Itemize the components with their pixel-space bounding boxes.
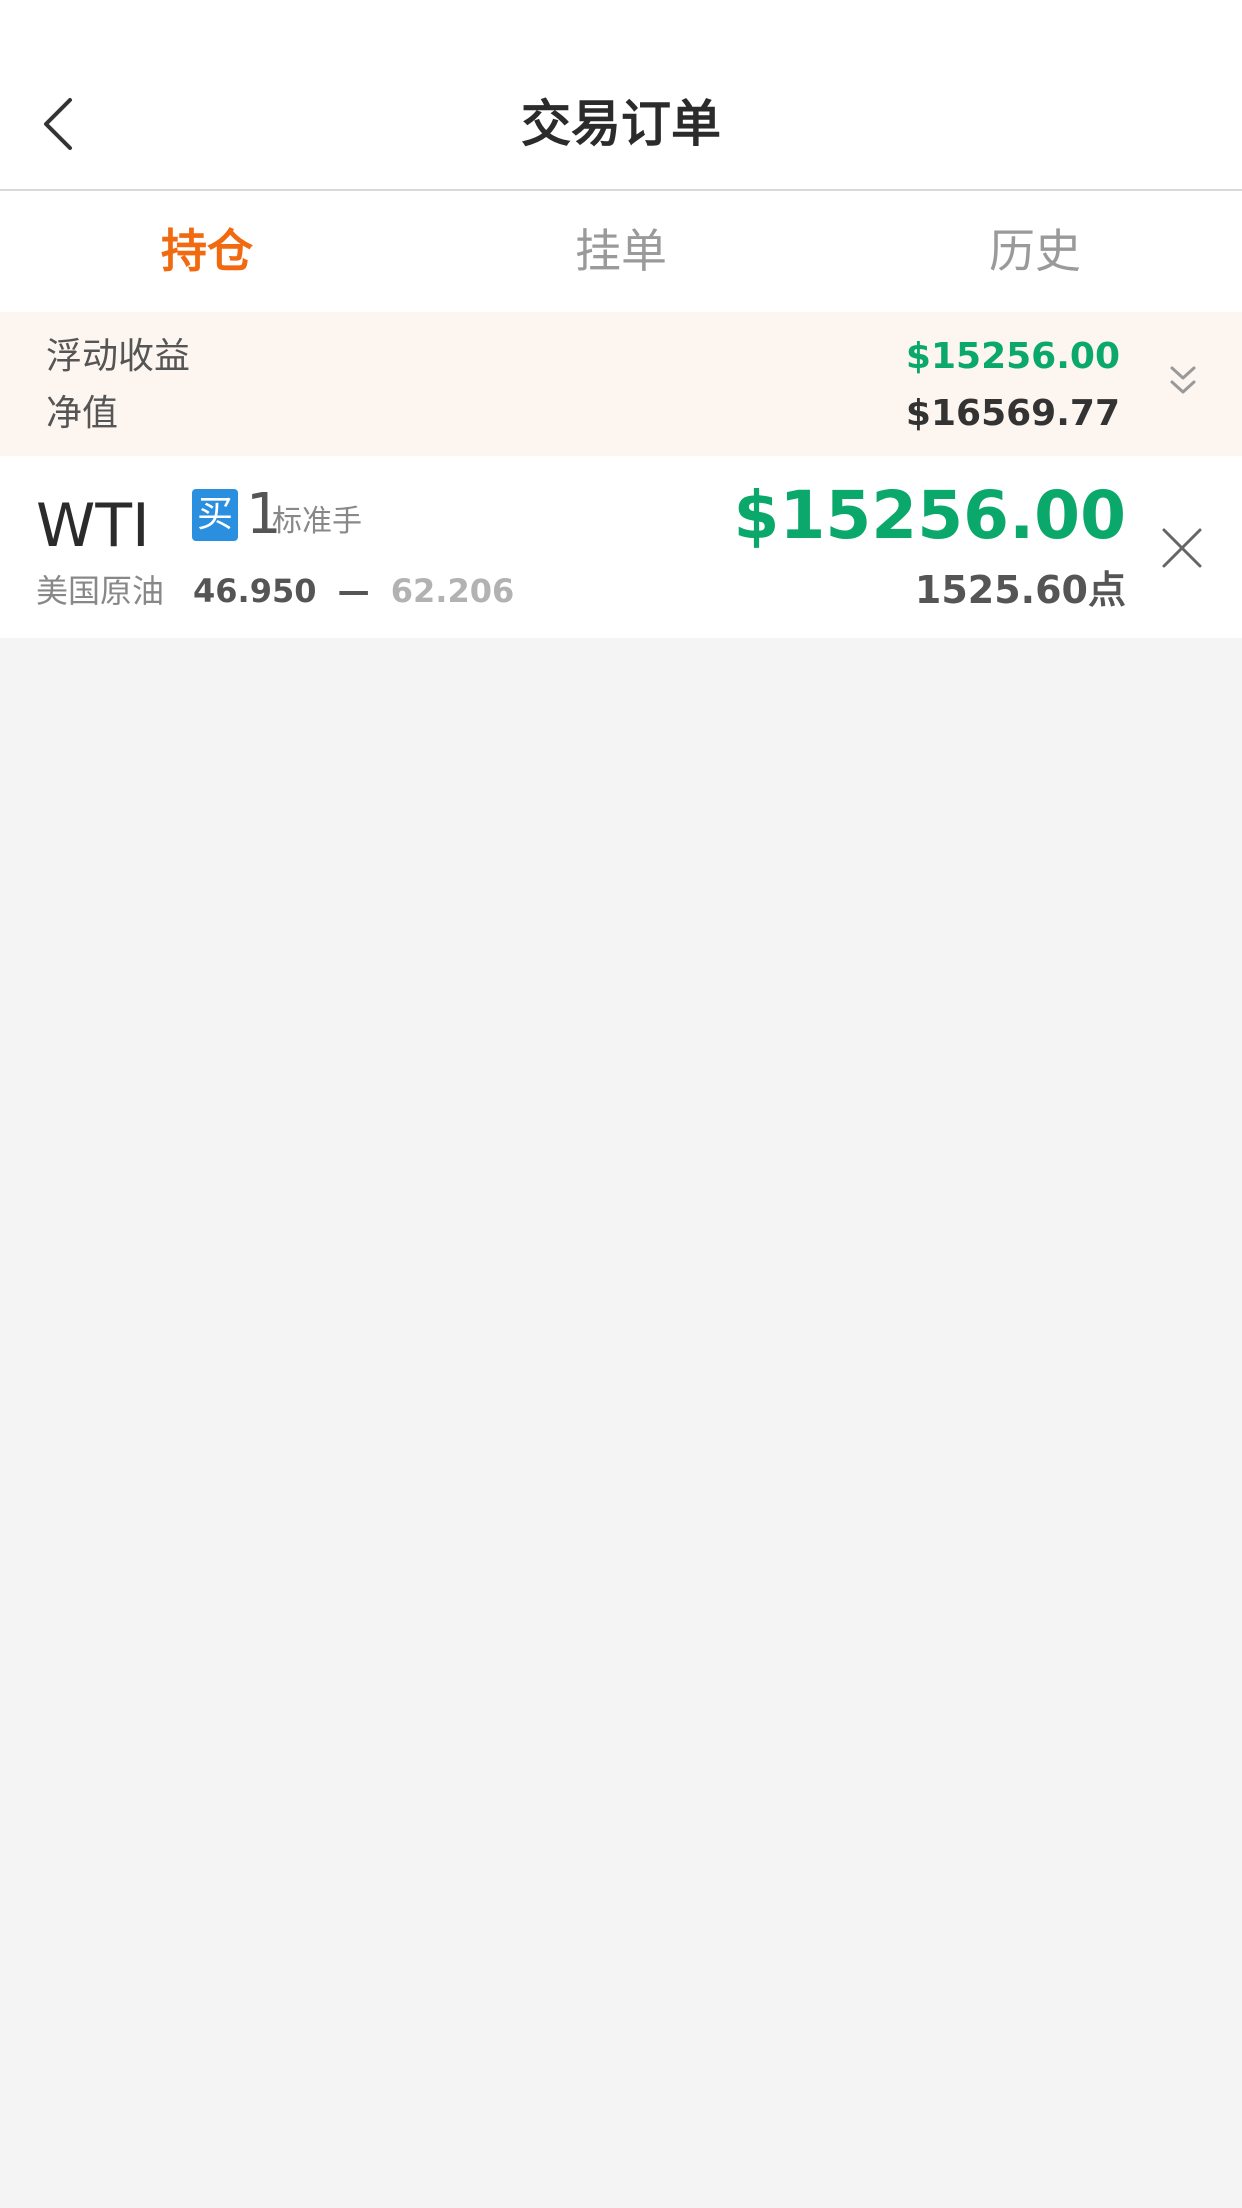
floating-profit-value: $15256.00 — [905, 336, 1120, 377]
close-position-button[interactable] — [1160, 526, 1204, 570]
price-separator: — — [337, 572, 370, 610]
close-icon — [1162, 528, 1202, 568]
position-profit: $15256.00 — [733, 477, 1126, 554]
position-row[interactable]: WTI 买 1 标准手 美国原油 46.950 — 62.206 $15256.… — [0, 456, 1242, 638]
price-range: 46.950 — 62.206 — [193, 568, 514, 614]
tab-history[interactable]: 历史 — [828, 191, 1242, 312]
position-points: 1525.60点 — [914, 568, 1126, 612]
double-chevron-down-icon — [1170, 366, 1196, 394]
product-name: 美国原油 — [36, 572, 165, 610]
order-tabs: 持仓 挂单 历史 — [0, 191, 1242, 312]
floating-profit-label: 浮动收益 — [46, 336, 191, 377]
symbol-code: WTI — [36, 491, 150, 561]
nav-header: 交易订单 — [0, 0, 1242, 191]
account-summary: 浮动收益 $15256.00 净值 $16569.77 — [0, 312, 1242, 456]
equity-label: 净值 — [46, 393, 119, 434]
current-price: 62.206 — [390, 572, 515, 610]
lot-unit: 标准手 — [272, 504, 362, 539]
buy-badge: 买 — [192, 489, 238, 541]
tab-pending-orders[interactable]: 挂单 — [414, 191, 828, 312]
trade-orders-screen: 交易订单 持仓 挂单 历史 浮动收益 $15256.00 净值 $16569.7… — [0, 0, 1242, 2208]
open-price: 46.950 — [193, 572, 317, 610]
expand-summary-button[interactable] — [1166, 362, 1200, 402]
tab-positions[interactable]: 持仓 — [0, 191, 414, 312]
equity-value: $16569.77 — [905, 393, 1120, 434]
page-title: 交易订单 — [521, 95, 721, 153]
